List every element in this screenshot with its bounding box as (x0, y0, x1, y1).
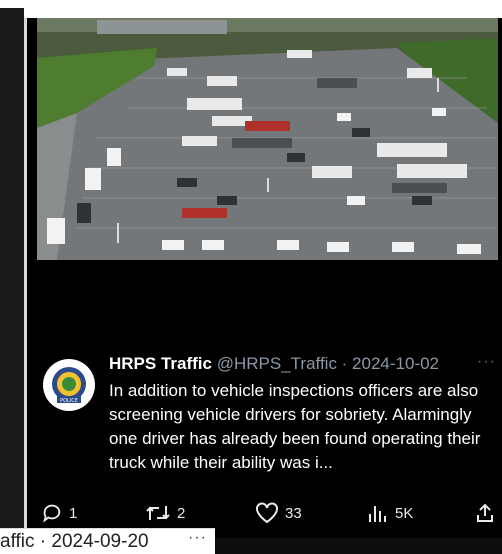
aerial-photo (37, 18, 498, 260)
handle-and-date[interactable]: @HRPS_Traffic · 2024-10-02 (217, 354, 439, 373)
left-frame (0, 0, 24, 553)
tweet-photo-parking-lot[interactable] (37, 18, 498, 260)
more-options-button[interactable]: ··· (477, 353, 496, 371)
next-tweet-peek: affic · 2024-09-20 ··· (0, 528, 215, 554)
svg-text:POLICE: POLICE (60, 398, 78, 404)
heart-icon (256, 502, 278, 524)
tweet-content: HRPS Traffic @HRPS_Traffic · 2024-10-02 … (109, 353, 496, 475)
views-count: 5K (395, 504, 414, 522)
like-button[interactable]: 33 (255, 498, 302, 528)
next-tweet-handle-date: affic · 2024-09-20 (0, 531, 149, 552)
next-tweet-more-button[interactable]: ··· (188, 529, 207, 547)
repost-button[interactable]: 2 (145, 498, 185, 528)
top-frame-inner (24, 8, 502, 18)
like-count: 33 (285, 504, 302, 522)
tweet-card[interactable]: POLICE HRPS Traffic @HRPS_Traffic · 2024… (24, 18, 502, 538)
reply-button[interactable]: 1 (41, 498, 77, 528)
repost-icon (146, 506, 170, 520)
top-frame (0, 0, 502, 8)
share-icon (477, 503, 493, 522)
repost-count: 2 (177, 504, 186, 522)
tweet-text: In addition to vehicle inspections offic… (109, 381, 481, 472)
reply-icon (43, 504, 61, 523)
tweet-header: HRPS Traffic @HRPS_Traffic · 2024-10-02 (109, 353, 494, 375)
tweet-actions: 1 2 33 5K (37, 498, 498, 528)
reply-count: 1 (69, 504, 78, 522)
views-icon (369, 506, 386, 522)
share-button[interactable] (475, 498, 501, 528)
views-button[interactable]: 5K (367, 498, 413, 528)
police-badge-icon: POLICE (45, 361, 93, 409)
display-name[interactable]: HRPS Traffic (109, 354, 212, 373)
avatar[interactable]: POLICE (43, 359, 95, 411)
